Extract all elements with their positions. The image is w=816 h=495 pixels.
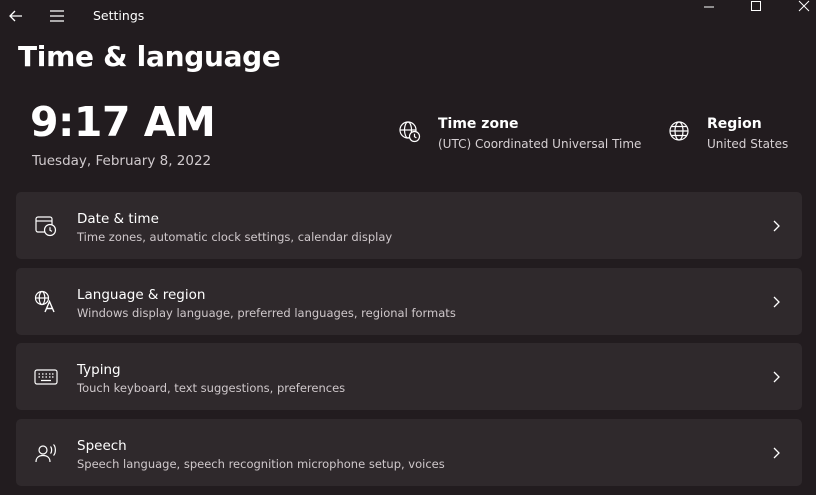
card-title: Language & region (77, 287, 206, 303)
card-date-time[interactable]: Date & time Time zones, automatic clock … (16, 192, 802, 259)
calendar-clock-icon (34, 214, 58, 238)
region-title: Region (707, 116, 762, 132)
maximize-icon[interactable] (744, 0, 768, 14)
time-zone-value: (UTC) Coordinated Universal Time (438, 137, 642, 151)
chevron-right-icon (770, 219, 782, 233)
page-title: Time & language (18, 40, 281, 73)
card-subtitle: Touch keyboard, text suggestions, prefer… (77, 381, 346, 395)
window-title: Settings (93, 8, 145, 23)
card-language-region[interactable]: Language & region Windows display langua… (16, 268, 802, 335)
current-date: Tuesday, February 8, 2022 (32, 153, 212, 169)
card-title: Typing (77, 362, 121, 378)
hamburger-menu-icon[interactable] (47, 6, 67, 26)
card-speech[interactable]: Speech Speech language, speech recogniti… (16, 419, 802, 486)
back-arrow-icon[interactable] (6, 6, 26, 26)
card-title: Date & time (77, 211, 159, 227)
region-value: United States (707, 137, 789, 151)
card-subtitle: Speech language, speech recognition micr… (77, 457, 445, 471)
chevron-right-icon (770, 370, 782, 384)
close-icon[interactable] (792, 0, 816, 14)
language-icon (34, 290, 58, 314)
card-typing[interactable]: Typing Touch keyboard, text suggestions,… (16, 343, 802, 410)
globe-clock-icon (398, 120, 422, 144)
card-title: Speech (77, 438, 127, 454)
minimize-icon[interactable] (697, 0, 721, 14)
keyboard-icon (34, 365, 58, 389)
speech-icon (34, 441, 58, 465)
title-bar: Settings (0, 0, 816, 32)
chevron-right-icon (770, 295, 782, 309)
chevron-right-icon (770, 446, 782, 460)
current-time: 9:17 AM (30, 98, 216, 146)
card-subtitle: Time zones, automatic clock settings, ca… (77, 230, 393, 244)
card-subtitle: Windows display language, preferred lang… (77, 306, 456, 320)
time-zone-title: Time zone (438, 116, 519, 132)
globe-icon (668, 120, 692, 144)
